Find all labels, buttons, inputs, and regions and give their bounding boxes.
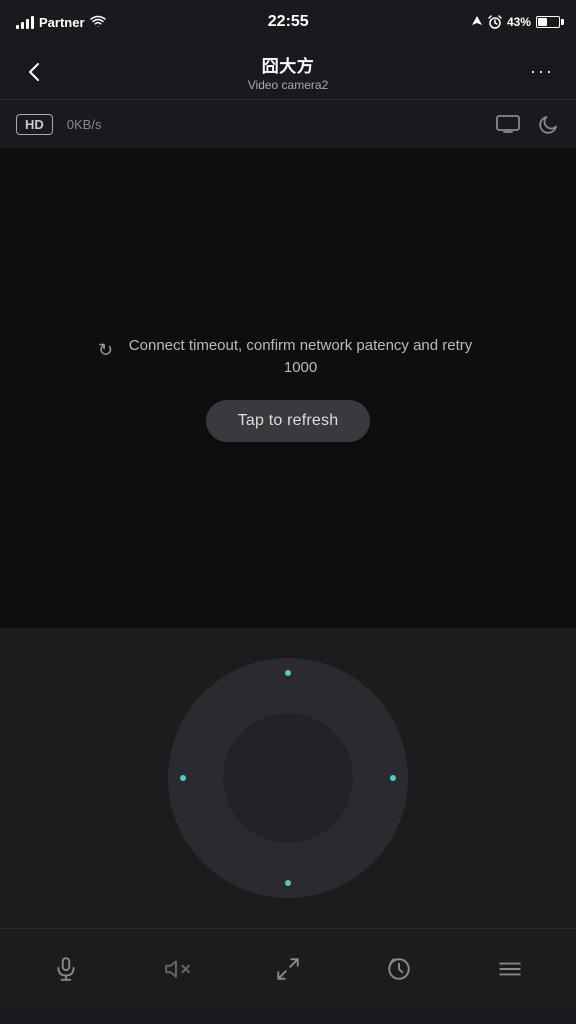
dpad-right-dot [390,775,396,781]
status-time: 22:55 [268,13,309,31]
dpad-up-dot [285,670,291,676]
status-bar: Partner 22:55 43% [0,0,576,44]
mute-icon [164,956,190,982]
hd-badge[interactable]: HD [16,114,53,135]
night-mode-icon[interactable] [538,113,560,135]
status-left: Partner [16,15,106,30]
error-block: ↻ Connect timeout, confirm network paten… [98,335,478,442]
menu-icon [497,956,523,982]
mute-button[interactable] [152,944,202,994]
toolbar-row: HD 0KB/s [0,100,576,148]
bottom-bar [0,928,576,1008]
nav-title-main: 囧大方 [262,52,315,77]
replay-button[interactable] [374,944,424,994]
tap-refresh-button[interactable]: Tap to refresh [206,400,371,442]
microphone-icon [53,956,79,982]
dpad-container[interactable] [168,658,408,898]
battery-icon [536,16,560,28]
dpad-left-dot [180,775,186,781]
dpad-center-button[interactable] [223,713,353,843]
more-button[interactable]: ··· [524,54,560,90]
toolbar-right-icons [496,113,560,135]
video-area: ↻ Connect timeout, confirm network paten… [0,148,576,628]
error-text-row: ↻ Connect timeout, confirm network paten… [98,335,478,380]
battery-percent: 43% [507,15,531,29]
wifi-icon [90,15,106,29]
alarm-icon [488,15,502,29]
bitrate-display: 0KB/s [67,117,102,132]
back-button[interactable] [16,54,52,90]
replay-icon [386,956,412,982]
control-area [0,628,576,928]
retry-icon: ↻ [98,337,113,364]
location-icon [471,15,483,29]
nav-title-sub: Video camera2 [248,78,329,92]
fullscreen-button[interactable] [263,944,313,994]
error-message: Connect timeout, confirm network patency… [123,335,478,380]
signal-icon [16,15,34,29]
carrier-label: Partner [39,15,85,30]
monitor-icon[interactable] [496,115,520,133]
nav-bar: 囧大方 Video camera2 ··· [0,44,576,100]
status-right: 43% [471,15,560,29]
fullscreen-icon [275,956,301,982]
microphone-button[interactable] [41,944,91,994]
menu-button[interactable] [485,944,535,994]
dpad-down-dot [285,880,291,886]
nav-title-block: 囧大方 Video camera2 [248,52,329,92]
